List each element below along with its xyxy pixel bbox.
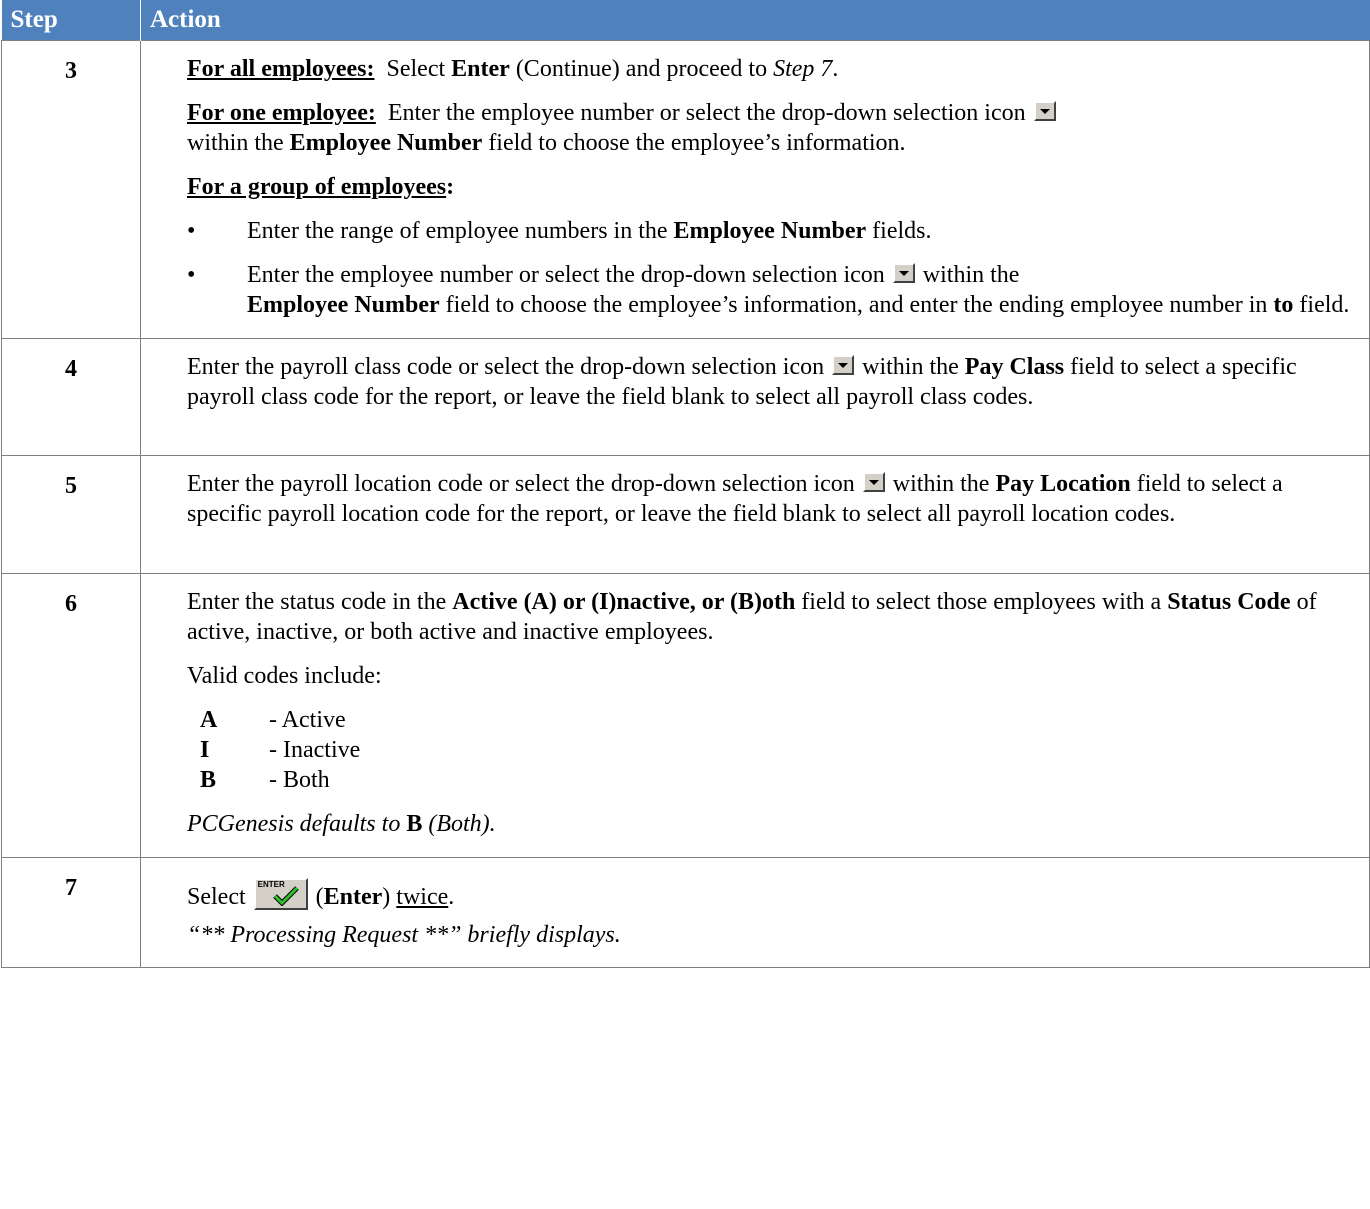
table-row: 6 Enter the status code in the Active (A…: [1, 573, 1370, 858]
field-name: Employee Number: [673, 218, 867, 244]
text: (Both).: [422, 811, 496, 837]
all-employees-label: For all employees:: [187, 56, 375, 82]
action-cell: Select ENTER (Enter) twice. “** Processi…: [140, 857, 1370, 968]
table-row: 5 Enter the payroll location code or sel…: [1, 455, 1370, 574]
action-cell: Enter the payroll location code or selec…: [140, 455, 1370, 574]
valid-codes-heading: Valid codes include:: [187, 663, 382, 689]
field-name: Employee Number: [247, 292, 440, 318]
text: field to select those employees with a: [795, 589, 1168, 615]
one-employee-paragraph: For one employee: Enter the employee num…: [187, 98, 1363, 158]
header-action: Action: [140, 0, 1370, 41]
table-row: 4 Enter the payroll class code or select…: [1, 338, 1370, 456]
step-number: 3: [1, 40, 141, 339]
action-cell: For all employees: Select Enter (Continu…: [140, 40, 1370, 339]
list-item: • Enter the range of employee numbers in…: [187, 216, 1363, 246]
bullet-icon: •: [187, 262, 196, 288]
step-number: 4: [1, 338, 141, 456]
group-label: For a group of employees: [187, 174, 447, 200]
pay-location-paragraph: Enter the payroll location code or selec…: [187, 469, 1363, 529]
text: Enter the payroll class code or select t…: [187, 354, 831, 380]
text: Enter the range of employee numbers in t…: [247, 218, 674, 244]
enter-check-icon: ENTER: [253, 878, 308, 910]
text: Enter the employee number or select the …: [247, 262, 891, 288]
header-row: Step Action: [1, 0, 1370, 41]
table-row: 7 Select ENTER (Enter) twice. “** Proces…: [1, 857, 1370, 968]
codes-list: A - Active I - Inactive B - Both: [187, 705, 1363, 795]
text: Select: [374, 56, 452, 82]
dropdown-arrow-icon: [832, 355, 855, 375]
field-name: Pay Location: [995, 471, 1131, 497]
action-cell: Enter the payroll class code or select t…: [140, 338, 1370, 456]
one-employee-label: For one employee:: [187, 100, 376, 126]
code-row: B - Both: [187, 765, 1363, 795]
dropdown-arrow-icon: [862, 472, 885, 492]
table-row: 3 For all employees: Select Enter (Conti…: [1, 40, 1370, 339]
step-number: 5: [1, 455, 141, 574]
bullet-icon: •: [187, 218, 196, 244]
code-desc: - Both: [269, 767, 330, 793]
text: field to choose the employee’s informati…: [439, 292, 1274, 318]
code-desc: - Active: [269, 707, 346, 733]
field-name: Pay Class: [964, 354, 1065, 380]
code-key: B: [200, 767, 217, 793]
code-key: I: [200, 737, 210, 763]
bullet-list: • Enter the range of employee numbers in…: [187, 216, 1363, 320]
list-item: • Enter the employee number or select th…: [187, 260, 1363, 320]
twice-keyword: twice: [396, 884, 449, 910]
step-number: 7: [1, 857, 141, 968]
text: field.: [1293, 292, 1350, 318]
text: Select: [187, 884, 252, 910]
status-code-paragraph: Enter the status code in the Active (A) …: [187, 587, 1363, 647]
text: PCGenesis defaults to: [187, 811, 407, 837]
to-keyword: to: [1273, 292, 1294, 318]
field-name: Active (A) or (I)nactive, or (B)oth: [452, 589, 796, 615]
step-reference: Step 7: [773, 56, 833, 82]
text: :: [446, 174, 455, 200]
select-enter-paragraph: Select ENTER (Enter) twice.: [187, 878, 1363, 912]
code-row: A - Active: [187, 705, 1363, 735]
all-employees-paragraph: For all employees: Select Enter (Continu…: [187, 54, 1363, 84]
text: ): [382, 884, 397, 910]
text: field to choose the employee’s informati…: [482, 130, 906, 156]
text: .: [448, 884, 455, 910]
code-row: I - Inactive: [187, 735, 1363, 765]
code-desc: - Inactive: [269, 737, 361, 763]
text: within the: [856, 354, 965, 380]
group-paragraph: For a group of employees:: [187, 172, 1363, 202]
text: fields.: [866, 218, 932, 244]
text: (: [309, 884, 324, 910]
text: Enter the payroll location code or selec…: [187, 471, 861, 497]
default-code: B: [406, 811, 423, 837]
default-note: PCGenesis defaults to B (Both).: [187, 809, 1363, 839]
code-key: A: [200, 707, 218, 733]
action-cell: Enter the status code in the Active (A) …: [140, 573, 1370, 858]
steps-table: Step Action 3 For all employees: Select …: [1, 0, 1370, 968]
text: .: [832, 56, 839, 82]
text: within the: [916, 262, 1020, 288]
text: Enter the status code in the: [187, 589, 453, 615]
processing-note: “** Processing Request **” briefly displ…: [187, 922, 621, 948]
text: (Continue) and proceed to: [509, 56, 774, 82]
pay-class-paragraph: Enter the payroll class code or select t…: [187, 352, 1363, 412]
step-number: 6: [1, 573, 141, 858]
text: within the: [187, 130, 290, 156]
status-code-keyword: Status Code: [1167, 589, 1291, 615]
text: within the: [886, 471, 996, 497]
text: Enter the employee number or select the …: [375, 100, 1032, 126]
header-step: Step: [1, 0, 141, 41]
enter-keyword: Enter: [323, 884, 383, 910]
enter-keyword: Enter: [451, 56, 510, 82]
dropdown-arrow-icon: [1033, 101, 1056, 121]
dropdown-arrow-icon: [892, 263, 915, 283]
field-name: Employee Number: [289, 130, 483, 156]
